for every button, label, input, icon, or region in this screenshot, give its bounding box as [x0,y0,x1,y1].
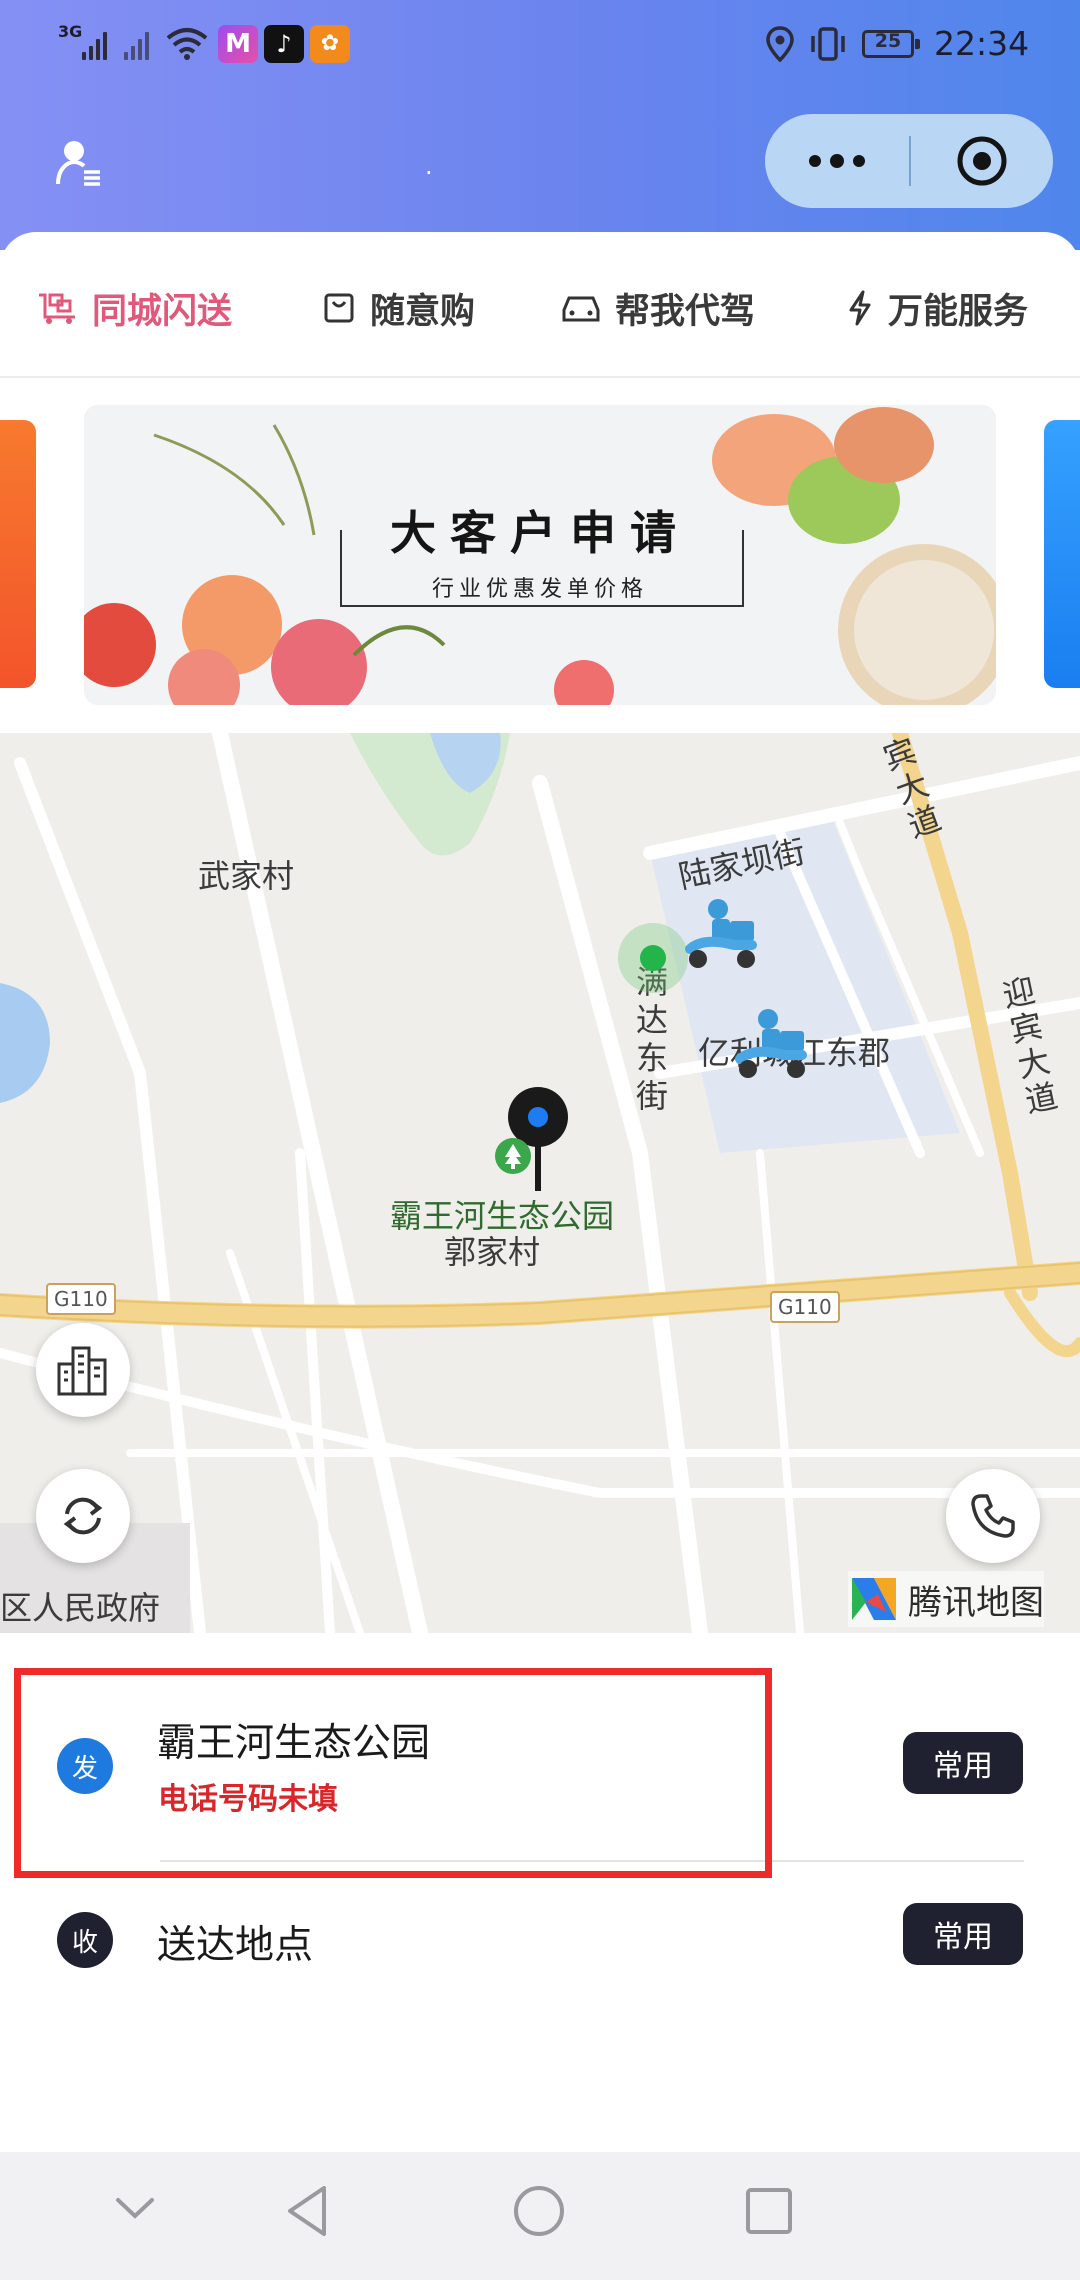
map-label-wujia: 武家村 [198,857,295,895]
phone-icon [971,1494,1015,1538]
tab-driver-label: 帮我代驾 [615,291,756,332]
collapse-chevron-icon[interactable] [114,2196,156,2222]
lightning-icon [849,290,871,326]
banner-big-customer[interactable]: 大客户申请 行业优惠发单价格 [84,405,996,705]
more-button[interactable] [765,114,909,208]
tencent-map-icon [852,1578,896,1620]
refresh-icon [63,1497,103,1535]
tabs-divider [0,376,1080,378]
courier-scooter-icon [685,899,757,968]
sender-favorites-button[interactable]: 常用 [903,1732,1023,1794]
carousel-next-peek[interactable] [1044,420,1080,688]
map-provider-name: 腾讯地图 [908,1582,1044,1623]
app-orange-icon: ✿ [310,25,350,63]
sender-highlight-box [14,1668,772,1878]
vibrate-icon [811,27,845,61]
receiver-favorites-button[interactable]: 常用 [903,1903,1023,1965]
banner-title: 大客户申请 [390,506,690,560]
banner-subtitle: 行业优惠发单价格 [431,577,648,602]
home-icon[interactable] [512,2184,566,2238]
receiver-row[interactable]: 收 送达地点 常用 [0,1880,1080,2000]
network-type: 3G [58,22,83,41]
page-title: . [425,152,433,180]
map-provider-logo: 腾讯地图 [848,1571,1044,1627]
refresh-button[interactable] [36,1469,130,1563]
target-close-icon [957,136,1007,186]
battery-icon: 25 [862,30,920,58]
mini-program-capsule [765,114,1053,208]
wifi-icon [166,28,208,60]
courier-scooter-icon-2 [735,1009,807,1078]
call-button[interactable] [946,1469,1040,1563]
carousel-prev-peek[interactable] [0,420,36,688]
tab-driver[interactable]: 帮我代驾 [561,280,755,336]
delivery-cart-icon [39,293,75,324]
tab-free-buy[interactable]: 随意购 [322,280,475,336]
signal-icon [82,30,112,60]
user-icon[interactable] [56,138,102,186]
car-icon [562,296,600,322]
tab-all-service-label: 万能服务 [888,291,1029,332]
map-view[interactable]: 武家村 陆家坝街 满达东街 亿利城江东郡 宾大道 迎宾大道 郭家村 区人民政府 … [0,733,1080,1633]
map-label-bawanghe: 霸王河生态公园 [390,1197,615,1235]
close-button[interactable] [911,114,1053,208]
tab-all-service[interactable]: 万能服务 [846,280,1028,336]
park-poi-icon [495,1138,531,1174]
tab-free-buy-label: 随意购 [370,291,476,332]
receiver-badge: 收 [57,1912,113,1968]
map-label-gov: 区人民政府 [0,1589,161,1627]
buildings-icon [57,1346,107,1396]
app-m-icon: M [218,25,258,63]
tab-same-city-label: 同城闪送 [92,291,233,332]
tab-same-city[interactable]: 同城闪送 [36,280,232,336]
road-badge-g110-right: G110 [770,1291,840,1323]
battery-level: 25 [874,30,902,52]
building-view-button[interactable] [36,1323,130,1417]
more-dots-icon [809,154,865,168]
location-icon [766,26,794,62]
system-nav-bar [0,2152,1080,2280]
recents-icon[interactable] [744,2186,794,2236]
signal-icon-2 [124,30,154,60]
status-bar: 3G M ♪ ✿ 25 22:34 [0,0,1080,80]
back-icon[interactable] [284,2184,330,2238]
clock: 22:34 [934,24,1030,63]
courier-location-dot [618,923,688,993]
road-badge-g110-left: G110 [46,1283,116,1315]
tiktok-icon: ♪ [264,25,304,63]
bag-icon [324,293,354,323]
receiver-placeholder: 送达地点 [157,1923,314,1968]
